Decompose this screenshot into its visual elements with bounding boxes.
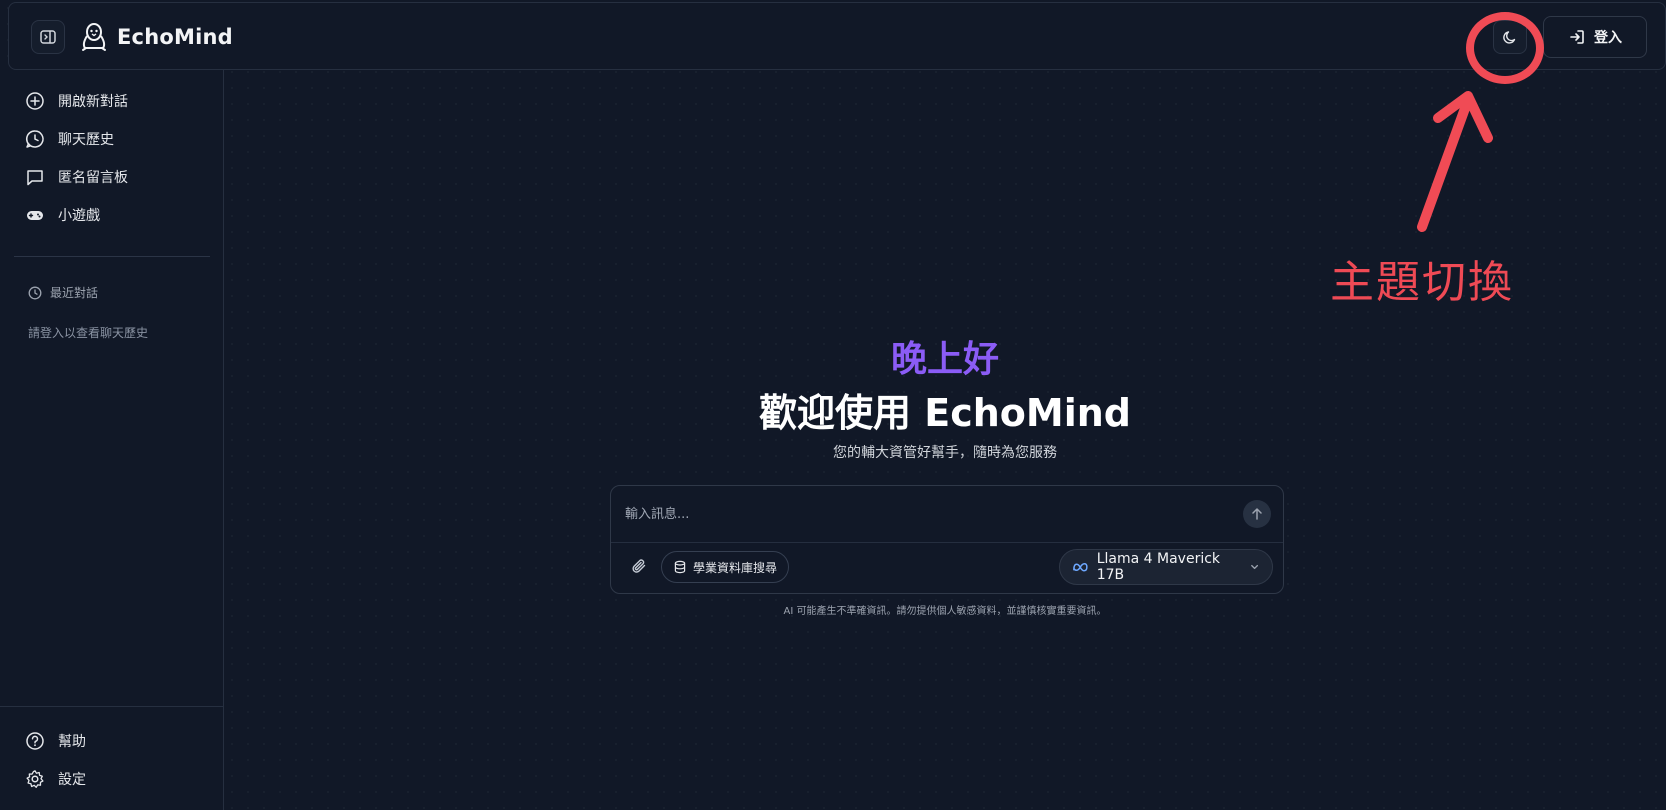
message-composer: 學業資料庫搜尋 Llama 4 Maverick 17B xyxy=(610,485,1284,594)
login-label: 登入 xyxy=(1594,30,1622,46)
plus-circle-icon xyxy=(24,90,46,112)
sidebar: 開啟新對話 聊天歷史 匿名留言板 小遊戲 最近對話 請登入以查看聊天歷史 幫助 … xyxy=(0,70,224,810)
attach-button[interactable] xyxy=(625,552,653,580)
top-header: EchoMind 登入 xyxy=(8,2,1666,70)
annotation-arrow-icon xyxy=(1417,91,1493,232)
chat-history-icon xyxy=(24,128,46,150)
app-root: EchoMind 登入 開啟新對話 聊天歷史 匿名留言板 小遊戲 最近對話 請登… xyxy=(0,0,1666,810)
login-button[interactable]: 登入 xyxy=(1543,16,1647,58)
login-icon xyxy=(1570,30,1584,44)
message-input[interactable] xyxy=(625,502,1205,526)
sidebar-item-new-chat[interactable]: 開啟新對話 xyxy=(24,88,128,114)
sidebar-item-mini-games[interactable]: 小遊戲 xyxy=(24,202,100,228)
recent-header-label: 最近對話 xyxy=(50,286,99,300)
meta-logo-icon xyxy=(1073,563,1088,572)
paperclip-icon xyxy=(632,559,646,573)
composer-divider xyxy=(611,542,1283,543)
model-label: Llama 4 Maverick 17B xyxy=(1096,551,1221,583)
sidebar-item-label: 設定 xyxy=(58,772,86,788)
message-square-icon xyxy=(24,166,46,188)
sidebar-item-chat-history[interactable]: 聊天歷史 xyxy=(24,126,114,152)
sidebar-item-label: 匿名留言板 xyxy=(58,170,128,186)
academic-database-search-button[interactable]: 學業資料庫搜尋 xyxy=(661,551,790,583)
sidebar-bottom-divider xyxy=(0,706,224,707)
recent-conversations-header: 最近對話 xyxy=(28,284,98,301)
clock-icon xyxy=(28,286,42,299)
help-circle-icon xyxy=(24,730,46,752)
recent-empty-message: 請登入以查看聊天歷史 xyxy=(28,326,149,340)
sidebar-item-label: 開啟新對話 xyxy=(58,94,128,110)
sidebar-item-message-board[interactable]: 匿名留言板 xyxy=(24,164,128,190)
ai-disclaimer: AI 可能產生不準確資訊。請勿提供個人敏感資料，並謹慎核實重要資訊。 xyxy=(783,606,1107,617)
arrow-up-icon xyxy=(1252,508,1262,520)
annotation-circle xyxy=(1466,12,1544,84)
sidebar-item-label: 幫助 xyxy=(58,734,86,750)
greeting-text: 晚上好 xyxy=(890,339,999,380)
sidebar-toggle-button[interactable] xyxy=(31,20,65,54)
send-button[interactable] xyxy=(1243,500,1271,528)
app-name: EchoMind xyxy=(117,25,233,49)
sidebar-item-label: 聊天歷史 xyxy=(58,132,114,148)
sidebar-item-settings[interactable]: 設定 xyxy=(24,766,86,792)
chevron-down-icon xyxy=(1250,564,1258,570)
gamepad-icon xyxy=(24,204,46,226)
sidebar-divider xyxy=(14,256,210,257)
welcome-subtitle: 您的輔大資管好幫手，隨時為您服務 xyxy=(833,445,1057,461)
welcome-title: 歡迎使用 EchoMind xyxy=(759,391,1131,435)
logo[interactable]: EchoMind xyxy=(79,21,233,53)
gear-icon xyxy=(24,768,46,790)
annotation-label: 主題切換 xyxy=(1330,257,1514,308)
database-icon xyxy=(674,560,686,574)
sidebar-item-label: 小遊戲 xyxy=(58,208,100,224)
db-search-label: 學業資料庫搜尋 xyxy=(693,560,778,575)
penguin-icon xyxy=(79,22,109,52)
sidebar-toggle-icon xyxy=(40,30,56,44)
model-selector[interactable]: Llama 4 Maverick 17B xyxy=(1059,549,1273,585)
sidebar-item-help[interactable]: 幫助 xyxy=(24,728,86,754)
